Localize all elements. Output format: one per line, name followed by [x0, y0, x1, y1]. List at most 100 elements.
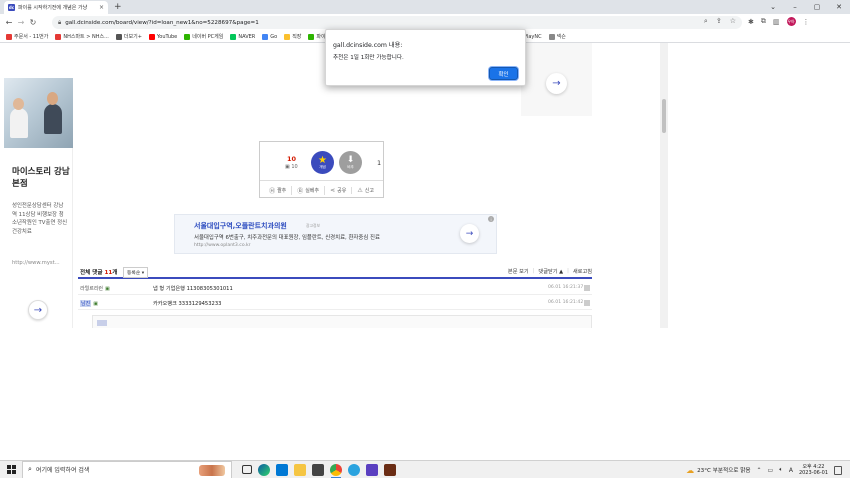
- tab-close-icon[interactable]: ×: [99, 4, 104, 11]
- minimize-button[interactable]: –: [784, 0, 806, 14]
- extension-icon[interactable]: ✱: [748, 18, 754, 26]
- recommend-label: 개념: [319, 164, 326, 169]
- bookmark-item[interactable]: YouTube: [147, 33, 179, 40]
- share-button[interactable]: ⋖ 공유: [325, 186, 353, 194]
- game-app-icon[interactable]: [384, 463, 396, 476]
- file-explorer-icon[interactable]: [294, 463, 306, 476]
- bookmark-item[interactable]: Go: [260, 33, 279, 40]
- maximize-button[interactable]: ▢: [806, 0, 828, 14]
- bookmark-label: 네이버 PC게임: [192, 34, 224, 40]
- bookmark-favicon-icon: [6, 33, 12, 40]
- zoom-icon[interactable]: ⌕: [704, 17, 708, 26]
- unrecommend-button[interactable]: ⬇ 비추: [339, 151, 362, 174]
- bookmark-item[interactable]: 넥슨: [547, 33, 568, 40]
- store-icon[interactable]: [312, 463, 324, 476]
- ime-app-icon[interactable]: [366, 463, 378, 476]
- ime-indicator-icon[interactable]: A: [789, 467, 793, 474]
- address-bar[interactable]: 🔒︎ gall.dcinside.com/board/view/?id=loan…: [52, 16, 742, 29]
- comment-reply-row: [92, 315, 592, 328]
- unrecommend-label: 비추: [347, 164, 354, 169]
- bookmark-favicon-icon: [548, 33, 555, 40]
- taskbar-search[interactable]: ⌕ 여기에 입력하여 검색: [22, 460, 232, 478]
- menu-kebab-icon[interactable]: ⋮: [803, 18, 810, 26]
- windows-logo-icon: [6, 465, 16, 474]
- url-text[interactable]: gall.dcinside.com/board/view/?id=loan_ne…: [65, 20, 259, 26]
- ad-title[interactable]: 마이스토리 강남본점: [12, 166, 72, 190]
- scrollbar-thumb[interactable]: [662, 99, 666, 133]
- sidepanel-icon[interactable]: ▥: [773, 18, 780, 26]
- dialog-title: gall.dcinside.com 내용:: [333, 42, 403, 49]
- comments-header: 전체 댓글 11개 등록순 ▾ 본문 보기 | 댓글닫기 ▲ | 새로고침: [78, 267, 592, 279]
- notification-icon[interactable]: [834, 465, 842, 475]
- volume-icon[interactable]: 🔈︎: [779, 466, 783, 474]
- hit-recommend-button[interactable]: Ⓗ 짤추: [264, 185, 293, 195]
- ad-url[interactable]: http://www.myst...: [12, 260, 72, 266]
- tab-search-icon[interactable]: ⌄: [762, 0, 784, 14]
- right-ad-card[interactable]: →: [521, 43, 592, 116]
- comment-actions: 본문 보기 | 댓글닫기 ▲ | 새로고침: [507, 268, 592, 275]
- comment-sort-select[interactable]: 등록순 ▾: [123, 267, 149, 278]
- search-icon: ⌕: [28, 465, 32, 473]
- vote-top: 10 ▣ 10 ★ 개념 ⬇ 비추 1: [260, 142, 383, 181]
- dental-ad-banner[interactable]: 서울대입구역,오플란트치과의원 광고정보 서울대입구역 6번출구, 치주과전문의…: [174, 214, 497, 254]
- bookmark-favicon-icon: [184, 33, 191, 40]
- forward-arrow-icon[interactable]: →: [15, 18, 27, 27]
- bookmark-item[interactable]: 더보기+: [114, 33, 144, 40]
- ad-arrow-icon[interactable]: →: [28, 300, 48, 320]
- weather-widget[interactable]: ☁ 23°C 부분적으로 맑음: [686, 466, 750, 475]
- comment-nickname[interactable]: 남진 ▣: [80, 300, 98, 307]
- edge-icon[interactable]: [258, 463, 270, 476]
- mail-icon[interactable]: [276, 463, 288, 476]
- collapse-comments-link[interactable]: 댓글닫기 ▲: [538, 268, 563, 275]
- gallog-icon[interactable]: ▣: [93, 301, 98, 307]
- bookmark-item[interactable]: 네이버 PC게임: [182, 33, 225, 40]
- ad-info-icon[interactable]: i: [488, 216, 494, 222]
- gallog-icon[interactable]: ▣: [105, 286, 110, 292]
- hit-icon: Ⓗ: [269, 187, 276, 195]
- task-view-icon[interactable]: [242, 465, 252, 474]
- ad-arrow-icon[interactable]: →: [460, 224, 479, 243]
- bookmark-label: 더보기+: [123, 34, 142, 40]
- comment-text: 카카오뱅크 3333129453233: [153, 301, 222, 307]
- browser-tab[interactable]: dc 파이를 시작하기전에 개념은 가냥 ×: [4, 1, 108, 14]
- best-recommend-button[interactable]: Ⓑ 실베추: [292, 185, 326, 195]
- new-tab-button[interactable]: +: [114, 2, 122, 12]
- comment-nickname[interactable]: 라뭥르리런 ▣: [80, 285, 110, 293]
- dental-ad-title[interactable]: 서울대입구역,오플란트치과의원: [194, 221, 287, 231]
- ad-info-tag[interactable]: 광고정보: [306, 223, 320, 229]
- ad-arrow-icon[interactable]: →: [546, 73, 567, 94]
- network-icon[interactable]: ▭: [768, 467, 774, 474]
- view-original-link[interactable]: 본문 보기: [508, 268, 529, 275]
- close-window-button[interactable]: ✕: [828, 0, 850, 14]
- extensions-puzzle-icon[interactable]: ⧉: [761, 17, 766, 26]
- refresh-comments-link[interactable]: 새로고침: [573, 268, 592, 275]
- bookmark-item[interactable]: 주문서 - 11번가: [4, 33, 50, 40]
- dialog-ok-button[interactable]: 확인: [489, 67, 518, 80]
- unrecommend-count: 1: [377, 159, 382, 167]
- tab-strip: dc 파이를 시작하기전에 개념은 가냥 × + ⌄ – ▢ ✕: [0, 0, 850, 14]
- share-icon[interactable]: ⇪: [716, 17, 722, 26]
- left-ad-banner[interactable]: 마이스토리 강남본점 성인전문상담센터 강남역 11상담 비행보장 청소년작원인…: [4, 78, 73, 328]
- delete-comment-icon[interactable]: [584, 285, 590, 291]
- fixed-recommend-count: ▣ 10: [285, 164, 298, 170]
- ad-head-right: [47, 92, 58, 105]
- recommend-button[interactable]: ★ 개념: [311, 151, 334, 174]
- reload-icon[interactable]: ↻: [27, 18, 39, 27]
- bookmark-item[interactable]: NH스마트 > NH스...: [53, 33, 111, 40]
- bookmark-item[interactable]: NAVER: [228, 33, 257, 40]
- vertical-scrollbar[interactable]: [660, 43, 668, 328]
- delete-comment-icon[interactable]: [584, 300, 590, 306]
- clock[interactable]: 오후 4:22 2023-06-01: [799, 464, 828, 476]
- chrome-icon[interactable]: [330, 463, 342, 478]
- tray-chevron-icon[interactable]: ⌃: [757, 467, 762, 474]
- bookmark-favicon-icon: [262, 33, 269, 40]
- bookmark-item[interactable]: 직장: [282, 33, 303, 40]
- profile-avatar[interactable]: 우아: [786, 17, 796, 26]
- back-arrow-icon[interactable]: ←: [3, 18, 15, 27]
- start-button[interactable]: [0, 465, 22, 474]
- bookmark-star-icon[interactable]: ☆: [730, 17, 736, 26]
- lock-icon[interactable]: 🔒︎: [58, 19, 61, 27]
- report-button[interactable]: ⚠ 신고: [352, 187, 379, 194]
- telegram-icon[interactable]: [348, 463, 360, 476]
- dental-ad-url[interactable]: http://www.oplant3.co.kr: [194, 243, 251, 248]
